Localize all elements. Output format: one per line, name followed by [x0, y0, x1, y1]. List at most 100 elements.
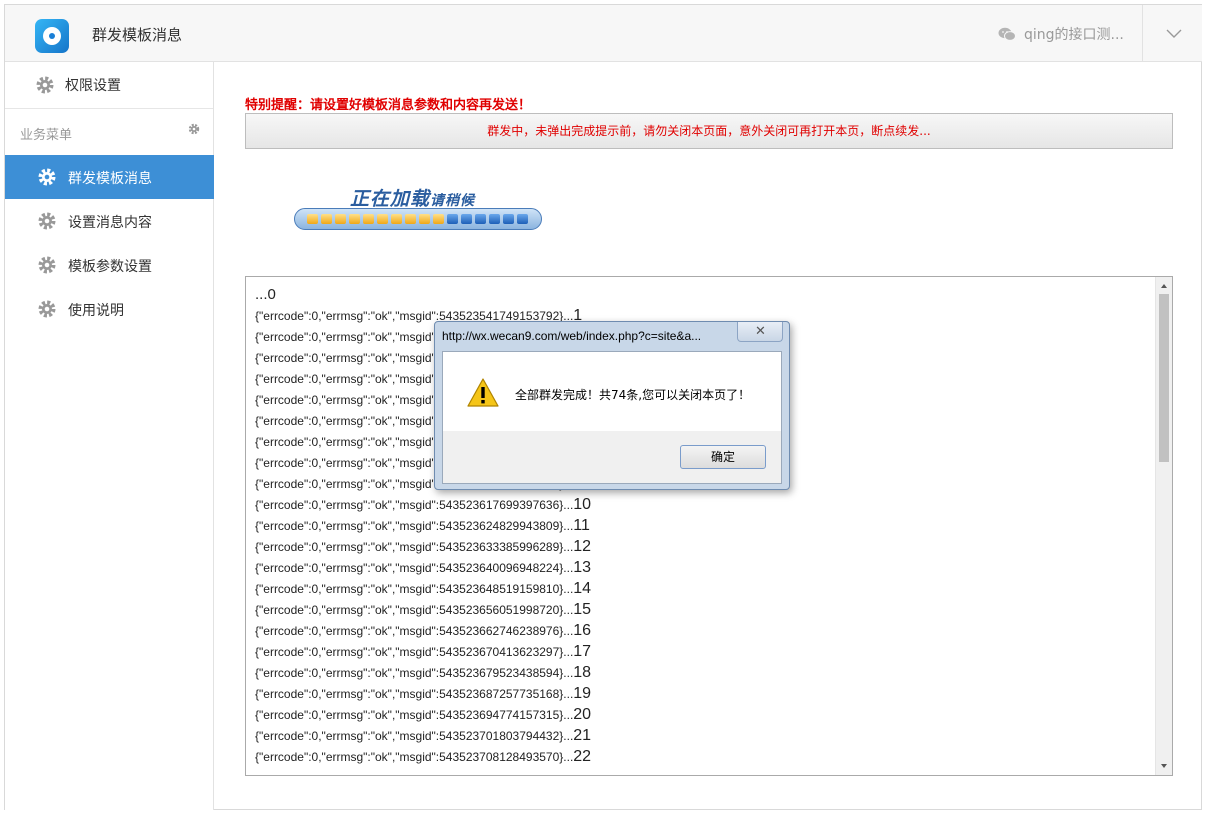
dialog-title: http://wx.wecan9.com/web/index.php?c=sit…: [442, 329, 702, 343]
progress-segment: [503, 214, 514, 224]
progress-segment: [405, 214, 416, 224]
log-line: {"errcode":0,"errmsg":"ok","msgid":54352…: [255, 746, 591, 767]
progress-segment: [517, 214, 528, 224]
progress-segment: [461, 214, 472, 224]
log-line-text: {"errcode":0,"errmsg":"ok","msgid":54352…: [255, 687, 574, 701]
log-line-text: {"errcode":0,"errmsg":"ok","msgid":54352…: [255, 582, 574, 596]
log-line: {"errcode":0,"errmsg":"ok","msgid":54352…: [255, 494, 591, 515]
log-line-text: {"errcode":0,"errmsg":"ok","msgid":54352…: [255, 603, 574, 617]
progress-segment: [419, 214, 430, 224]
progress-segment: [335, 214, 346, 224]
log-line: {"errcode":0,"errmsg":"ok","msgid":54352…: [255, 536, 591, 557]
chevron-down-icon[interactable]: [1166, 25, 1182, 41]
gear-icon: [38, 300, 56, 318]
progress-segment: [307, 214, 318, 224]
log-line: {"errcode":0,"errmsg":"ok","msgid":54352…: [255, 725, 591, 746]
log-line: {"errcode":0,"errmsg":"ok","msgid":54352…: [255, 620, 591, 641]
log-line-number: 13: [573, 559, 592, 576]
scroll-up-icon[interactable]: [1159, 281, 1169, 291]
log-line-text: {"errcode":0,"errmsg":"ok","msgid":54352…: [255, 561, 574, 575]
account-name: qing的接口测...: [1024, 27, 1124, 43]
gear-icon: [38, 168, 56, 186]
log-line-number: 17: [573, 643, 592, 660]
header-divider: [1142, 5, 1143, 61]
log-line-text: {"errcode":0,"errmsg":"ok","msgid":54352…: [255, 729, 574, 743]
log-line: {"errcode":0,"errmsg":"ok","msgid":54352…: [255, 704, 591, 725]
log-line: {"errcode":0,"errmsg":"ok","msgid":54352…: [255, 599, 591, 620]
log-line: {"errcode":0,"errmsg":"ok","msgid":54352…: [255, 515, 591, 536]
gear-icon: [36, 76, 54, 94]
log-line: {"errcode":0,"errmsg":"ok","msgid":54352…: [255, 683, 591, 704]
sidebar-item-permissions[interactable]: 权限设置: [5, 62, 213, 109]
section-title: 业务菜单: [20, 128, 73, 143]
log-line-number: 15: [573, 601, 592, 618]
sidebar-item-label: 设置消息内容: [68, 215, 152, 231]
loading-text: 正在加载: [350, 188, 431, 210]
sidebar-item-label: 群发模板消息: [68, 171, 152, 187]
account-switcher[interactable]: qing的接口测...: [998, 24, 1124, 44]
sending-notice: 群发中，未弹出完成提示前，请勿关闭本页面，意外关闭可再打开本页，断点续发...: [245, 113, 1173, 149]
progress-segment: [489, 214, 500, 224]
log-line: {"errcode":0,"errmsg":"ok","msgid":54352…: [255, 557, 591, 578]
warning-icon: [467, 378, 499, 407]
sidebar-item-label: 使用说明: [68, 303, 124, 319]
loading-label: 正在加载请稍候: [350, 184, 475, 211]
progress-segment: [377, 214, 388, 224]
log-line-text: {"errcode":0,"errmsg":"ok","msgid":54352…: [255, 498, 574, 512]
progress-segment: [433, 214, 444, 224]
close-button[interactable]: ✕: [737, 322, 783, 342]
log-line-text: {"errcode":0,"errmsg":"ok","msgid":54352…: [255, 624, 574, 638]
page-title: 群发模板消息: [92, 26, 183, 44]
log-line-first: ...0: [255, 286, 276, 303]
log-line-text: {"errcode":0,"errmsg":"ok","msgid":54352…: [255, 708, 574, 722]
log-line-number: 14: [573, 580, 592, 597]
gear-icon: [38, 256, 56, 274]
progress-segment: [363, 214, 374, 224]
log-line: {"errcode":0,"errmsg":"ok","msgid":54352…: [255, 662, 591, 683]
gear-icon: [38, 212, 56, 230]
log-line-text: {"errcode":0,"errmsg":"ok","msgid":54352…: [255, 540, 574, 554]
scroll-down-icon[interactable]: [1159, 761, 1169, 771]
sidebar-item-template-params[interactable]: 模板参数设置: [5, 243, 214, 287]
sidebar-item-label: 权限设置: [65, 78, 121, 94]
wechat-icon: [998, 27, 1016, 41]
sidebar-item-mass-template[interactable]: 群发模板消息: [5, 155, 214, 199]
log-line-number: 12: [573, 538, 592, 555]
log-line-text: {"errcode":0,"errmsg":"ok","msgid":54352…: [255, 645, 574, 659]
dialog-message: 全部群发完成！共74条,您可以关闭本页了！: [515, 388, 751, 402]
ok-button[interactable]: 确定: [680, 445, 766, 469]
progress-segment: [475, 214, 486, 224]
log-line-number: 20: [573, 706, 592, 723]
log-line-text: {"errcode":0,"errmsg":"ok","msgid":54352…: [255, 519, 574, 533]
progress-segment: [321, 214, 332, 224]
log-line-text: {"errcode":0,"errmsg":"ok","msgid":54352…: [255, 750, 574, 764]
log-line-number: 18: [573, 664, 592, 681]
progress-segment: [447, 214, 458, 224]
log-line-number: 19: [573, 685, 592, 702]
dialog-body: 全部群发完成！共74条,您可以关闭本页了！ 确定: [442, 351, 782, 484]
log-line-number: 21: [573, 727, 592, 744]
sidebar-item-instructions[interactable]: 使用说明: [5, 287, 214, 331]
log-line-number: 16: [573, 622, 592, 639]
log-line-number: 11: [573, 517, 590, 534]
log-line: {"errcode":0,"errmsg":"ok","msgid":54352…: [255, 578, 591, 599]
warning-text: 特别提醒：请设置好模板消息参数和内容再发送！: [245, 98, 532, 113]
app-logo: [35, 19, 69, 53]
settings-gear-icon[interactable]: [188, 123, 200, 135]
progress-segment: [391, 214, 402, 224]
scroll-thumb[interactable]: [1159, 294, 1169, 462]
log-line: {"errcode":0,"errmsg":"ok","msgid":54352…: [255, 641, 591, 662]
log-line-number: 10: [573, 496, 592, 513]
loading-text-small: 请稍候: [430, 193, 476, 209]
vertical-scrollbar[interactable]: [1155, 277, 1172, 775]
close-icon: ✕: [755, 324, 766, 339]
sidebar-item-label: 模板参数设置: [68, 259, 152, 275]
sidebar: 权限设置 业务菜单 群发模板消息 设置消息内容 模板参数设置 使用说明: [5, 62, 214, 810]
sidebar-item-message-content[interactable]: 设置消息内容: [5, 199, 214, 243]
loading-progress-bar: [294, 208, 542, 230]
top-header: 群发模板消息 qing的接口测...: [5, 5, 1202, 62]
alert-dialog: http://wx.wecan9.com/web/index.php?c=sit…: [434, 321, 790, 490]
progress-segment: [349, 214, 360, 224]
log-line-number: 22: [573, 748, 592, 765]
log-line-text: {"errcode":0,"errmsg":"ok","msgid":54352…: [255, 666, 574, 680]
